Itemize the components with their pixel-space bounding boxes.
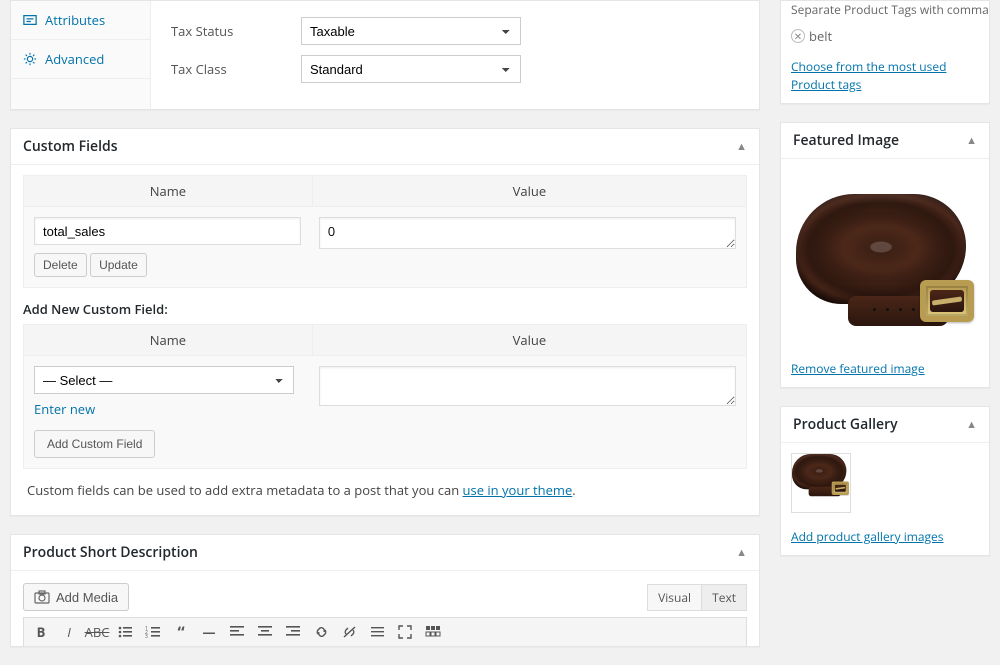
cf-add-name-select[interactable]: — Select — xyxy=(34,366,294,394)
attributes-icon xyxy=(23,13,37,27)
short-desc-title: Product Short Description xyxy=(23,543,198,562)
tax-status-select[interactable]: Taxable xyxy=(301,17,521,45)
custom-fields-title: Custom Fields xyxy=(23,137,118,156)
cf-update-button[interactable]: Update xyxy=(90,253,147,277)
remove-tag-icon[interactable]: ✕ xyxy=(791,29,805,43)
toolbar-toggle-icon[interactable] xyxy=(420,620,446,644)
editor-tab-text[interactable]: Text xyxy=(702,584,747,611)
cf-name-input[interactable] xyxy=(34,217,301,245)
add-new-cf-label: Add New Custom Field: xyxy=(23,288,747,324)
add-custom-field-button[interactable]: Add Custom Field xyxy=(34,430,155,458)
align-left-icon[interactable] xyxy=(224,620,250,644)
product-gallery-title: Product Gallery xyxy=(793,415,898,434)
editor-tab-visual[interactable]: Visual xyxy=(647,584,702,611)
strike-icon[interactable]: ABC xyxy=(84,620,110,644)
add-media-label: Add Media xyxy=(56,590,118,605)
remove-featured-image-link[interactable]: Remove featured image xyxy=(791,360,925,377)
blockquote-icon[interactable]: “ xyxy=(168,620,194,644)
number-list-icon[interactable]: 123 xyxy=(140,620,166,644)
tab-advanced[interactable]: Advanced xyxy=(11,40,150,79)
more-icon[interactable] xyxy=(364,620,390,644)
tax-status-label: Tax Status xyxy=(171,22,301,40)
cf-delete-button[interactable]: Delete xyxy=(34,253,87,277)
unlink-icon[interactable] xyxy=(336,620,362,644)
cf-add-name-header: Name xyxy=(24,325,313,355)
tag-item: ✕ belt xyxy=(791,27,832,45)
featured-image-title: Featured Image xyxy=(793,131,899,150)
cf-add-value-textarea[interactable] xyxy=(319,366,736,406)
svg-text:3: 3 xyxy=(145,634,148,639)
add-media-button[interactable]: Add Media xyxy=(23,583,129,611)
align-center-icon[interactable] xyxy=(252,620,278,644)
bullet-list-icon[interactable] xyxy=(112,620,138,644)
choose-tags-link[interactable]: Choose from the most used Product tags xyxy=(791,58,946,93)
editor-toolbar: B I ABC 123 “ — xyxy=(23,617,747,646)
italic-icon[interactable]: I xyxy=(56,620,82,644)
tag-label: belt xyxy=(809,27,832,45)
camera-icon xyxy=(34,590,50,604)
tab-attributes-label: Attributes xyxy=(45,11,105,29)
cf-hint: Custom fields can be used to add extra m… xyxy=(23,469,747,503)
gear-icon xyxy=(23,52,37,66)
cf-add-value-header: Value xyxy=(313,325,746,355)
tax-class-select[interactable]: Standard xyxy=(301,55,521,83)
toggle-gallery-icon[interactable]: ▲ xyxy=(966,417,977,432)
cf-value-textarea[interactable]: 0 xyxy=(319,217,736,249)
add-gallery-images-link[interactable]: Add product gallery images xyxy=(791,528,944,545)
align-right-icon[interactable] xyxy=(280,620,306,644)
use-in-theme-link[interactable]: use in your theme xyxy=(463,481,573,499)
gallery-thumb[interactable] xyxy=(791,453,851,513)
belt-image xyxy=(796,194,976,324)
tab-advanced-label: Advanced xyxy=(45,50,104,68)
toggle-short-desc-icon[interactable]: ▲ xyxy=(736,545,747,560)
tab-attributes[interactable]: Attributes xyxy=(11,1,150,40)
tags-hint: Separate Product Tags with commas xyxy=(781,1,989,26)
toggle-custom-fields-icon[interactable]: ▲ xyxy=(736,139,747,154)
cf-value-header: Value xyxy=(313,176,746,206)
enter-new-link[interactable]: Enter new xyxy=(34,400,95,418)
hr-icon[interactable]: — xyxy=(196,620,222,644)
cf-name-header: Name xyxy=(24,176,313,206)
toggle-featured-image-icon[interactable]: ▲ xyxy=(966,133,977,148)
bold-icon[interactable]: B xyxy=(28,620,54,644)
featured-image-thumb[interactable] xyxy=(791,169,981,349)
tax-class-label: Tax Class xyxy=(171,60,301,78)
link-icon[interactable] xyxy=(308,620,334,644)
fullscreen-icon[interactable] xyxy=(392,620,418,644)
